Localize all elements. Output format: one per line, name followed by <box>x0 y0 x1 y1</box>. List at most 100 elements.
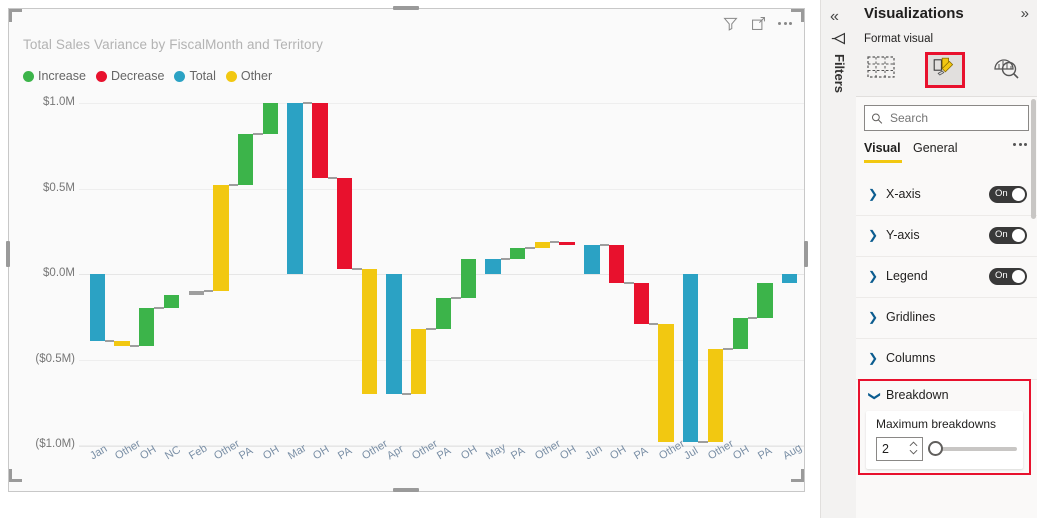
tab-fields[interactable] <box>864 52 904 88</box>
waterfall-bar[interactable] <box>139 308 155 346</box>
x-axis-tick-label[interactable]: PA <box>336 445 354 462</box>
panel-body: Visual General ❯ X-axis On ❯ Y-axis On ❯ Legend… <box>856 96 1037 518</box>
waterfall-bar[interactable] <box>435 297 452 329</box>
waterfall-bar[interactable] <box>559 241 575 245</box>
waterfall-bar[interactable] <box>361 268 377 394</box>
format-section-y-axis[interactable]: ❯ Y-axis On <box>856 216 1037 257</box>
waterfall-bar[interactable] <box>584 244 600 274</box>
waterfall-bar[interactable] <box>287 103 303 274</box>
chevron-right-icon[interactable]: ❯ <box>868 187 878 201</box>
waterfall-bar[interactable] <box>757 282 773 319</box>
search-icon <box>872 113 883 124</box>
chevron-down-icon[interactable]: ❯ <box>868 391 882 401</box>
waterfall-bar[interactable] <box>485 258 501 274</box>
waterfall-connector <box>327 177 337 180</box>
waterfall-bar[interactable] <box>460 258 476 298</box>
waterfall-bar[interactable] <box>188 291 204 295</box>
collapse-panel-icon[interactable]: « <box>830 8 839 26</box>
x-axis-tick-label[interactable]: PA <box>756 445 774 462</box>
breakdown-section[interactable]: ❯ Breakdown Maximum breakdowns 2 <box>858 379 1031 475</box>
waterfall-bar[interactable] <box>683 274 699 442</box>
subtab-general[interactable]: General <box>913 141 957 155</box>
subtab-visual[interactable]: Visual <box>864 141 901 155</box>
filters-pane-tab[interactable]: Filters <box>821 30 857 93</box>
chevron-right-icon[interactable]: ❯ <box>868 351 878 365</box>
waterfall-bar[interactable] <box>510 248 526 259</box>
max-breakdowns-slider-thumb[interactable] <box>928 441 943 456</box>
chart-plot-area: $1.0M $0.5M $0.0M ($0.5M) ($1.0M) <box>9 9 806 493</box>
chevron-down-icon[interactable] <box>909 449 918 455</box>
waterfall-bar[interactable] <box>312 103 328 179</box>
toggle-legend[interactable]: On <box>989 268 1027 285</box>
waterfall-connector <box>228 184 239 187</box>
max-breakdowns-slider-track[interactable] <box>933 447 1017 451</box>
waterfall-bar[interactable] <box>633 282 649 324</box>
format-section-columns[interactable]: ❯ Columns <box>856 339 1037 380</box>
expand-panel-icon[interactable]: » <box>1021 5 1029 22</box>
waterfall-bar[interactable] <box>608 244 625 283</box>
waterfall-connector <box>129 344 140 347</box>
resize-handle-top-right[interactable] <box>791 9 804 22</box>
stepper-arrows[interactable] <box>909 441 918 455</box>
tab-format[interactable] <box>925 52 965 88</box>
panel-scrollbar[interactable] <box>1031 99 1036 219</box>
y-axis-tick-label: $0.5M <box>43 181 75 194</box>
gridline <box>79 188 804 190</box>
section-label: Gridlines <box>886 310 936 324</box>
waterfall-visual-container[interactable]: Total Sales Variance by FiscalMonth and … <box>8 8 805 492</box>
waterfall-bar[interactable] <box>213 185 229 292</box>
paint-roller-icon <box>933 57 954 76</box>
waterfall-bar[interactable] <box>707 349 724 442</box>
waterfall-bar[interactable] <box>336 178 353 269</box>
waterfall-bar[interactable] <box>732 318 748 350</box>
waterfall-connector <box>648 322 659 325</box>
waterfall-bar[interactable] <box>163 294 180 309</box>
breakdown-label: Breakdown <box>886 388 949 402</box>
chevron-up-icon[interactable] <box>909 441 918 447</box>
resize-handle-top[interactable] <box>393 6 419 10</box>
resize-handle-right[interactable] <box>804 241 808 267</box>
waterfall-bar[interactable] <box>534 241 551 249</box>
waterfall-connector <box>723 348 733 351</box>
breakdown-header[interactable]: ❯ Breakdown <box>860 381 1029 409</box>
waterfall-connector <box>302 102 313 104</box>
resize-handle-bottom-left[interactable] <box>9 469 22 482</box>
waterfall-bar[interactable] <box>658 323 674 442</box>
waterfall-bar[interactable] <box>114 340 130 346</box>
gridline <box>79 103 804 104</box>
waterfall-bar[interactable] <box>411 328 427 394</box>
resize-handle-bottom[interactable] <box>393 488 419 492</box>
waterfall-connector <box>253 132 263 135</box>
chevron-right-icon[interactable]: ❯ <box>868 228 878 242</box>
waterfall-bar[interactable] <box>781 274 798 283</box>
format-section-x-axis[interactable]: ❯ X-axis On <box>856 175 1037 216</box>
max-breakdowns-value: 2 <box>882 442 889 456</box>
toggle-x-axis[interactable]: On <box>989 186 1027 203</box>
toggle-knob <box>1012 188 1025 201</box>
resize-handle-top-left[interactable] <box>9 9 22 22</box>
max-breakdowns-stepper[interactable]: 2 <box>876 437 923 461</box>
panel-rail: « Filters <box>820 0 856 518</box>
search-input[interactable] <box>888 110 1022 126</box>
chevron-right-icon[interactable]: ❯ <box>868 269 878 283</box>
tab-analytics[interactable] <box>989 52 1029 88</box>
format-section-gridlines[interactable]: ❯ Gridlines <box>856 298 1037 339</box>
resize-handle-left[interactable] <box>6 241 10 267</box>
format-sections-list: ❯ X-axis On ❯ Y-axis On ❯ Legend On ❯ Gridlines ❯ Co… <box>856 175 1037 480</box>
chevron-right-icon[interactable]: ❯ <box>868 310 878 324</box>
search-box[interactable] <box>864 105 1029 131</box>
resize-handle-bottom-right[interactable] <box>791 469 804 482</box>
subtab-more-icon[interactable] <box>1013 143 1027 146</box>
waterfall-bar[interactable] <box>262 103 279 134</box>
y-axis-tick-label: $1.0M <box>43 96 75 108</box>
waterfall-bar[interactable] <box>89 274 106 341</box>
toggle-y-axis[interactable]: On <box>989 227 1027 244</box>
x-axis-tick-label[interactable]: PA <box>632 445 650 462</box>
waterfall-connector <box>352 267 362 270</box>
x-axis-tick-label[interactable]: PA <box>509 445 527 462</box>
toggle-knob <box>1012 229 1025 242</box>
waterfall-bar[interactable] <box>386 274 402 394</box>
report-canvas: Total Sales Variance by FiscalMonth and … <box>0 0 820 518</box>
format-section-legend[interactable]: ❯ Legend On <box>856 257 1037 298</box>
waterfall-bar[interactable] <box>238 133 254 186</box>
